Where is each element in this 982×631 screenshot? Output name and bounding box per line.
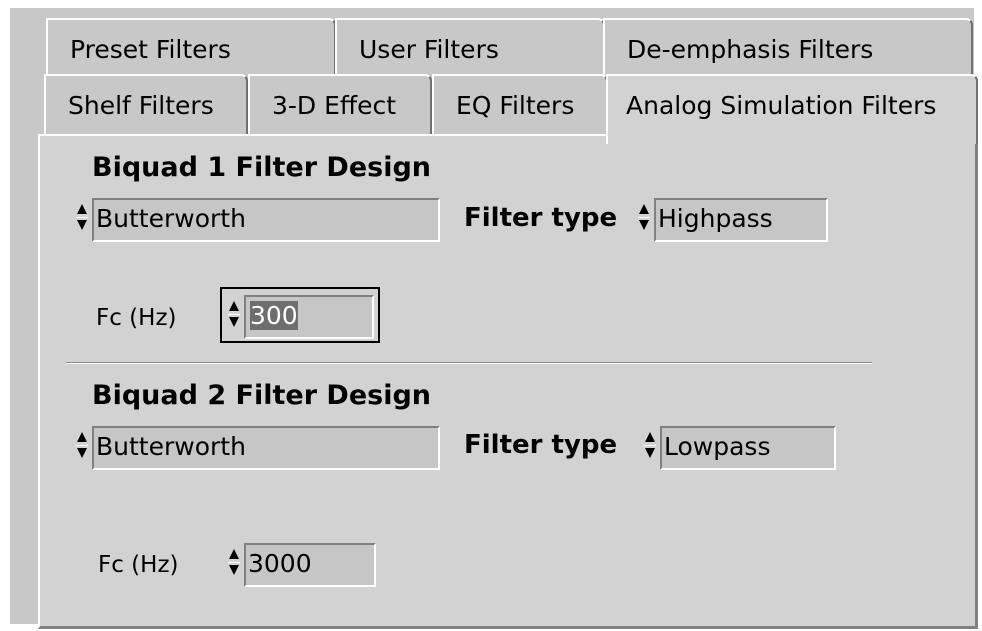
- biquad1-filter-type-select[interactable]: Highpass: [654, 198, 828, 242]
- tab-preset-filters[interactable]: Preset Filters: [46, 18, 336, 78]
- biquad2-filter-type-select[interactable]: Lowpass: [660, 426, 836, 470]
- biquad1-fc-value: 300: [250, 301, 298, 330]
- biquad1-filter-type-spinner-icon[interactable]: [638, 196, 651, 240]
- biquad2-design-spinner-icon[interactable]: [76, 424, 89, 468]
- biquad1-heading: Biquad 1 Filter Design: [92, 152, 432, 183]
- tab-shelf-filters[interactable]: Shelf Filters: [44, 74, 248, 136]
- tab-3d-effect[interactable]: 3-D Effect: [248, 74, 432, 136]
- biquad2-fc-spinner-icon[interactable]: [228, 541, 241, 585]
- separator-line: [66, 362, 872, 364]
- biquad1-fc-spinner-icon[interactable]: [228, 293, 241, 337]
- biquad2-heading: Biquad 2 Filter Design: [92, 380, 432, 411]
- biquad2-fc-label: Fc (Hz): [98, 552, 179, 578]
- biquad1-fc-label: Fc (Hz): [96, 305, 177, 331]
- biquad1-design-select[interactable]: Butterworth: [92, 198, 440, 242]
- biquad2-filter-type-spinner-icon[interactable]: [644, 424, 657, 468]
- biquad1-filter-type-label: Filter type: [464, 203, 618, 233]
- tab-de-emphasis-filters[interactable]: De-emphasis Filters: [603, 18, 973, 78]
- biquad2-filter-type-label: Filter type: [464, 430, 618, 460]
- tab-eq-filters[interactable]: EQ Filters: [432, 74, 608, 136]
- biquad2-design-select[interactable]: Butterworth: [92, 426, 440, 470]
- tab-user-filters[interactable]: User Filters: [335, 18, 605, 78]
- biquad2-fc-input[interactable]: 3000: [244, 543, 376, 587]
- biquad1-design-spinner-icon[interactable]: [76, 196, 89, 240]
- biquad1-fc-input[interactable]: 300: [244, 295, 374, 339]
- tab-analog-simulation-filters[interactable]: Analog Simulation Filters: [606, 74, 978, 144]
